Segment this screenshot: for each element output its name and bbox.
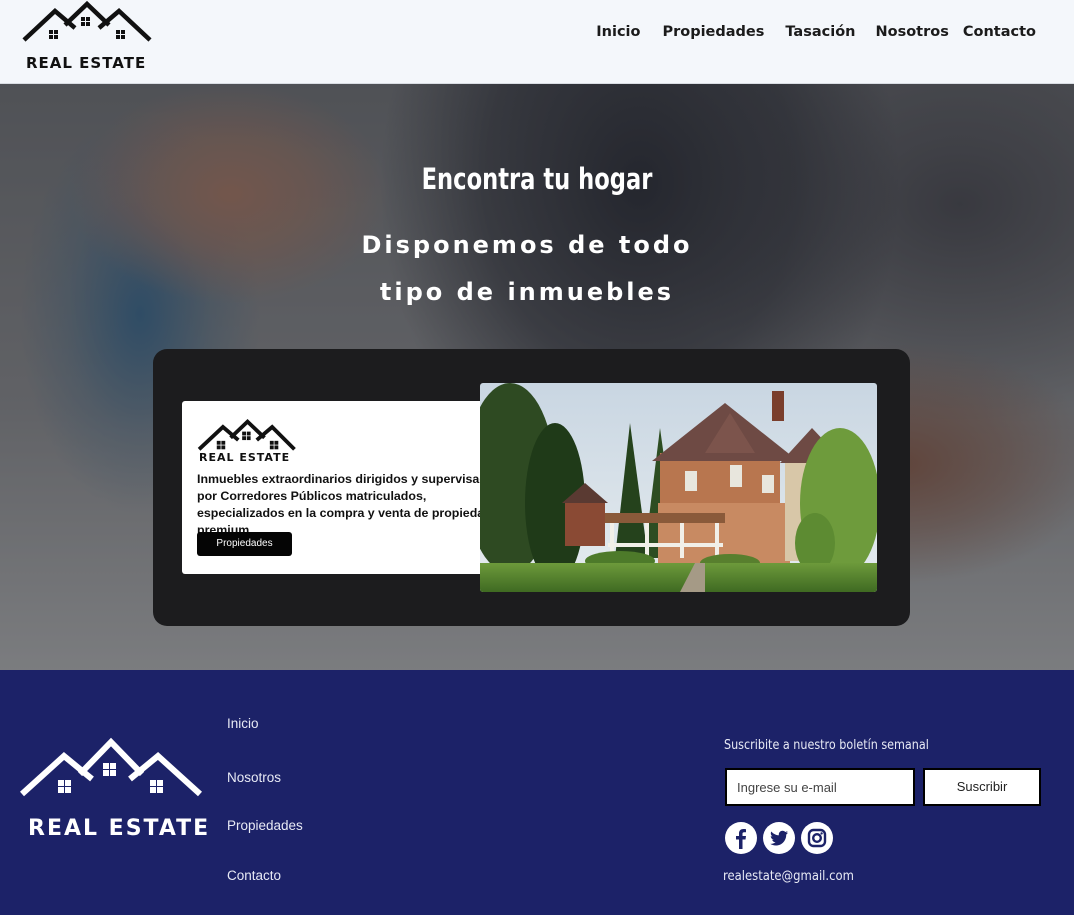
nav-item-propiedades[interactable]: Propiedades xyxy=(662,24,764,40)
house-roofs-icon xyxy=(22,0,152,42)
hero-subtitle: Disponemos de todo tipo de inmuebles xyxy=(361,231,693,306)
properties-button[interactable]: Propiedades xyxy=(197,532,292,556)
footer-logo-text: REAL ESTATE xyxy=(28,816,211,841)
footer-logo[interactable]: REAL ESTATE xyxy=(19,736,208,846)
footer-link-inicio[interactable]: Inicio xyxy=(227,716,259,731)
nav-item-nosotros[interactable]: Nosotros xyxy=(875,24,948,40)
hero-title: Encontra tu hogar xyxy=(421,162,653,196)
twitter-icon[interactable] xyxy=(762,821,796,855)
header-logo[interactable]: REAL ESTATE xyxy=(20,0,152,76)
footer-link-propiedades[interactable]: Propiedades xyxy=(227,818,303,833)
footer-link-contacto[interactable]: Contacto xyxy=(227,868,281,883)
card-logo-text: REAL ESTATE xyxy=(199,451,291,464)
house-roofs-icon xyxy=(19,737,203,797)
newsletter-label: Suscribite a nuestro boletín semanal xyxy=(724,738,929,753)
logo-text: REAL ESTATE xyxy=(26,54,147,72)
hero-section: Encontra tu hogar Disponemos de todo tip… xyxy=(0,84,1074,670)
main-nav: Inicio Propiedades Tasación Nosotros Con… xyxy=(596,24,1036,40)
site-header: REAL ESTATE Inicio Propiedades Tasación … xyxy=(0,0,1074,84)
newsletter-email-input[interactable] xyxy=(725,768,915,806)
nav-item-contacto[interactable]: Contacto xyxy=(963,24,1036,40)
house-photo xyxy=(480,383,877,592)
instagram-icon[interactable] xyxy=(800,821,834,855)
nav-item-inicio[interactable]: Inicio xyxy=(596,24,640,40)
contact-email[interactable]: realestate@gmail.com xyxy=(723,868,854,884)
site-footer: REAL ESTATE Inicio Nosotros Propiedades … xyxy=(0,670,1074,915)
subscribe-button[interactable]: Suscribir xyxy=(923,768,1041,806)
info-card: REAL ESTATE Inmuebles extraordinarios di… xyxy=(182,401,518,574)
facebook-icon[interactable] xyxy=(724,821,758,855)
nav-item-tasacion[interactable]: Tasación xyxy=(785,24,855,40)
card-description: Inmuebles extraordinarios dirigidos y su… xyxy=(197,472,506,537)
feature-card: REAL ESTATE Inmuebles extraordinarios di… xyxy=(153,349,910,626)
footer-link-nosotros[interactable]: Nosotros xyxy=(227,770,281,785)
